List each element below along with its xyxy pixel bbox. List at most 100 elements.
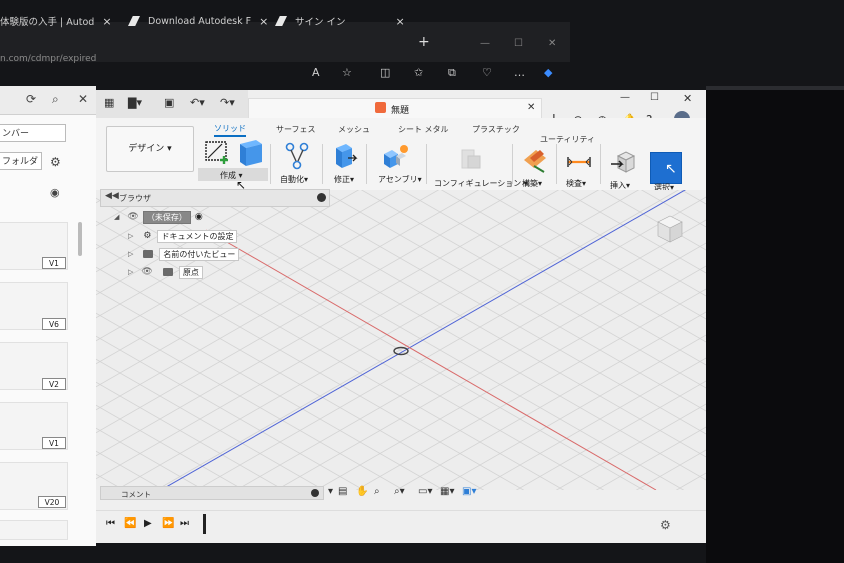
member-field[interactable]: ンバー xyxy=(0,124,66,142)
version-badge[interactable]: V6 xyxy=(42,318,66,330)
gear-icon: ⚙ xyxy=(143,231,152,241)
grid-settings-icon[interactable]: ▦▾ xyxy=(440,486,454,497)
close-icon[interactable]: × xyxy=(259,15,268,28)
expand-arrow-icon[interactable]: ▷ xyxy=(128,250,133,258)
more-icon[interactable]: … xyxy=(514,66,525,79)
version-badge[interactable]: V1 xyxy=(42,257,66,269)
automate-menu[interactable]: 自動化▾ xyxy=(280,174,308,185)
inspect-icon[interactable] xyxy=(566,152,592,172)
expand-arrow-icon[interactable]: ▷ xyxy=(128,268,133,276)
orbit-menu-icon[interactable]: ▾ xyxy=(328,486,333,497)
tree-item-named-views[interactable]: ▷ 名前の付いたビュー xyxy=(128,247,240,261)
browser-tab-1[interactable]: 体験版の入手 | Autod × xyxy=(0,10,112,32)
close-icon[interactable]: × xyxy=(396,15,405,28)
refresh-icon[interactable]: ⟳ xyxy=(26,92,36,106)
gear-icon[interactable]: ⚙ xyxy=(50,155,61,169)
tree-root-row[interactable]: ◢ 👁 （未保存） ◉ xyxy=(114,210,203,224)
new-tab-button[interactable]: + xyxy=(418,34,430,50)
redo-icon[interactable]: ↷▾ xyxy=(220,96,235,109)
grid-menu-icon[interactable]: ▦ xyxy=(104,96,114,109)
tree-item-origin[interactable]: ▷ 👁 原点 xyxy=(128,265,203,279)
fit-icon[interactable]: ⌕▾ xyxy=(394,486,405,497)
tab-sheet-metal[interactable]: シート メタル xyxy=(398,124,449,135)
browser-tab-2[interactable]: Download Autodesk F × xyxy=(128,10,268,32)
favorite-star-icon[interactable]: ☆ xyxy=(342,66,352,79)
globe-icon[interactable]: ◉ xyxy=(50,186,60,199)
browser-close-button[interactable]: ✕ xyxy=(548,38,556,49)
tree-item-document-settings[interactable]: ▷ ⚙ ドキュメントの設定 xyxy=(128,229,238,243)
assemble-menu[interactable]: アセンブリ▾ xyxy=(378,174,422,185)
fusion-maximize-button[interactable]: ☐ xyxy=(650,92,659,103)
browser-maximize-button[interactable]: ☐ xyxy=(514,38,523,49)
visibility-eye-icon[interactable]: 👁 xyxy=(141,267,152,277)
tab-mesh[interactable]: メッシュ xyxy=(338,124,370,135)
add-comment-icon[interactable] xyxy=(311,489,319,497)
tab-surface[interactable]: サーフェス xyxy=(276,124,316,135)
close-icon[interactable]: × xyxy=(102,15,111,28)
search-icon[interactable]: ⌕ xyxy=(52,92,59,107)
close-icon[interactable]: ✕ xyxy=(78,92,88,106)
step-forward-icon[interactable]: ⏩ xyxy=(162,518,174,529)
modify-icon[interactable] xyxy=(332,142,358,170)
tab-plastic[interactable]: プラスチック xyxy=(472,124,520,135)
go-to-start-icon[interactable]: ⏮ xyxy=(106,518,115,529)
copilot-icon[interactable]: ◆ xyxy=(544,66,552,79)
design-thumbnail[interactable] xyxy=(0,520,68,540)
gear-icon[interactable]: ⚙ xyxy=(660,518,671,532)
browser-tab-3[interactable]: サイン イン × xyxy=(275,10,405,32)
document-tab[interactable]: 無題 ✕ xyxy=(248,98,542,119)
look-at-icon[interactable]: ▤ xyxy=(338,486,347,497)
select-button[interactable]: ↖ xyxy=(650,152,682,184)
configuration-icon[interactable] xyxy=(458,146,484,172)
modify-menu[interactable]: 修正▾ xyxy=(334,174,354,185)
collapse-icon[interactable]: ◀◀ xyxy=(105,191,119,201)
play-icon[interactable]: ▶ xyxy=(144,518,152,529)
create-sketch-icon[interactable] xyxy=(202,138,268,168)
workspace-switcher[interactable]: デザイン ▾ xyxy=(106,126,194,172)
folder-field[interactable]: フォルダ xyxy=(0,152,42,170)
configuration-menu[interactable]: コンフィギュレーション ▾ xyxy=(434,178,528,189)
timeline-marker[interactable] xyxy=(203,514,206,534)
display-settings-icon[interactable]: ▭▾ xyxy=(418,486,432,497)
data-panel-scrollbar[interactable] xyxy=(78,222,82,256)
tab-utility[interactable]: ユーティリティ xyxy=(540,134,595,145)
version-badge[interactable]: V2 xyxy=(42,378,66,390)
visibility-eye-icon[interactable]: 👁 xyxy=(127,212,138,222)
zoom-icon[interactable]: ⌕ xyxy=(374,486,380,497)
activate-radio-icon[interactable]: ◉ xyxy=(195,212,203,222)
file-menu-icon[interactable]: ▇▾ xyxy=(128,96,142,109)
automate-icon[interactable] xyxy=(284,142,310,170)
close-icon[interactable]: ✕ xyxy=(527,102,535,113)
viewports-icon[interactable]: ▣▾ xyxy=(462,486,476,497)
ribbon-separator xyxy=(426,144,427,184)
go-to-end-icon[interactable]: ⏭ xyxy=(180,518,189,529)
expand-arrow-icon[interactable]: ▷ xyxy=(128,232,133,240)
comments-bar[interactable]: コメント xyxy=(100,486,324,500)
step-back-icon[interactable]: ⏪ xyxy=(124,518,136,529)
collections-icon[interactable]: ⧉ xyxy=(448,66,456,80)
construct-icon[interactable] xyxy=(522,146,548,174)
read-aloud-icon[interactable]: A xyxy=(312,66,320,79)
construct-menu[interactable]: 構築▾ xyxy=(522,178,542,189)
version-badge[interactable]: V20 xyxy=(38,496,66,508)
browser-tab-2-label: Download Autodesk F xyxy=(148,15,252,27)
assemble-icon[interactable] xyxy=(382,144,410,170)
favorites-icon[interactable]: ✩ xyxy=(414,66,423,79)
expand-arrow-icon[interactable]: ◢ xyxy=(114,213,119,221)
heart-icon[interactable]: ♡ xyxy=(482,66,492,79)
viewcube[interactable] xyxy=(655,214,685,244)
undo-icon[interactable]: ↶▾ xyxy=(190,96,205,109)
version-badge[interactable]: V1 xyxy=(42,437,66,449)
browser-options-icon[interactable] xyxy=(317,193,326,202)
browser-minimize-button[interactable]: — xyxy=(480,38,490,49)
save-icon[interactable]: ▣ xyxy=(164,96,174,109)
fusion-close-button[interactable]: ✕ xyxy=(683,92,692,105)
fusion-minimize-button[interactable]: — xyxy=(620,92,630,103)
inspect-menu[interactable]: 検査▾ xyxy=(566,178,586,189)
tab-solid[interactable]: ソリッド xyxy=(214,123,246,137)
root-component[interactable]: （未保存） xyxy=(142,210,191,224)
split-screen-icon[interactable]: ◫ xyxy=(380,66,390,79)
pan-icon[interactable]: ✋ xyxy=(356,486,368,497)
browser-panel-header[interactable]: ◀◀ ブラウザ xyxy=(100,189,330,207)
insert-icon[interactable] xyxy=(610,148,636,174)
